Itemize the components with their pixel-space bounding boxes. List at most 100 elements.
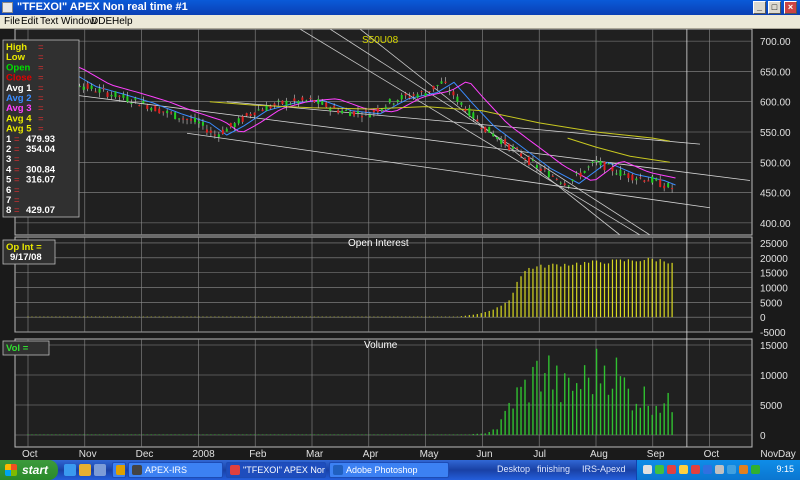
candle-body — [551, 175, 554, 177]
candle-body — [110, 94, 113, 97]
candle-body — [337, 110, 340, 113]
candle-body — [663, 185, 666, 189]
ie-icon[interactable] — [64, 464, 76, 476]
candle-body — [285, 100, 288, 106]
candle-body — [440, 81, 443, 84]
start-button[interactable]: start — [0, 460, 58, 480]
menu-text[interactable]: Text — [40, 16, 58, 27]
candle-body — [452, 91, 455, 96]
oi-tick-label: -5000 — [760, 328, 786, 339]
menu-edit[interactable]: Edit — [21, 16, 38, 27]
x-axis-label: Nov — [760, 449, 778, 460]
candle-body — [555, 178, 558, 180]
candle-body — [122, 94, 125, 98]
taskbar-item-apex-irs[interactable]: APEX-IRS — [128, 462, 223, 478]
tray-icon-6[interactable] — [703, 465, 712, 474]
tray-icon-7[interactable] — [715, 465, 724, 474]
tray-icon-9[interactable] — [739, 465, 748, 474]
candle-body — [547, 171, 550, 178]
candle-body — [90, 85, 93, 89]
menu-file[interactable]: File — [4, 16, 20, 27]
tray-icon-10[interactable] — [751, 465, 760, 474]
taskbar: start APEX-IRS "TFEXOI" APEX Non r... Ad… — [0, 460, 800, 480]
taskbar-item-explorer[interactable] — [112, 462, 126, 478]
candle-body — [229, 122, 232, 127]
candle-body — [404, 93, 407, 96]
candle-body — [524, 158, 526, 160]
candle-body — [297, 100, 300, 104]
candle-body — [106, 92, 109, 97]
candle-body — [217, 134, 220, 138]
close-button[interactable]: × — [784, 1, 797, 14]
candle-body — [619, 169, 622, 176]
volume-tick-label: 10000 — [760, 371, 788, 382]
candle-body — [611, 166, 614, 172]
candle-body — [102, 88, 105, 90]
tray-icon-5[interactable] — [691, 465, 700, 474]
candle-body — [249, 113, 252, 116]
candle-body — [615, 173, 618, 175]
minimize-button[interactable]: _ — [753, 1, 766, 14]
chart-canvas[interactable]: 700.00 650.00 600.00 550.00 500.00 450.00 400.… — [0, 29, 800, 460]
candle-body — [488, 126, 491, 133]
candle-body — [476, 119, 479, 122]
tray-icon-1[interactable] — [643, 465, 652, 474]
candle-body — [118, 95, 121, 97]
candle-body — [269, 106, 272, 109]
candle-body — [508, 144, 511, 150]
toolbar-irs-apexd[interactable]: IRS-Apexd — [582, 464, 626, 474]
candle-body — [607, 163, 610, 165]
menu-dde[interactable]: DDE — [91, 16, 112, 27]
candle-body — [205, 129, 208, 133]
symbol-label: S50U08 — [362, 35, 399, 46]
candle-body — [114, 91, 117, 98]
oi-tick-label: 5000 — [760, 298, 783, 309]
x-axis-label: Mar — [306, 449, 324, 460]
candle-body — [484, 126, 487, 133]
candle-body — [233, 123, 236, 128]
candle-body — [138, 105, 141, 107]
price-tick-label: 650.00 — [760, 67, 791, 78]
candle-body — [360, 115, 363, 118]
candle-body — [539, 168, 542, 171]
candle-body — [655, 178, 658, 181]
candle-body — [281, 100, 284, 104]
candle-body — [305, 100, 308, 102]
toolbar-desktop[interactable]: Desktop — [497, 464, 530, 474]
desktop-icon[interactable] — [94, 464, 106, 476]
taskbar-item-photoshop[interactable]: Adobe Photoshop — [329, 462, 449, 478]
panel-open-interest — [14, 236, 753, 333]
menu-help[interactable]: Help — [112, 16, 133, 27]
candle-body — [241, 116, 244, 122]
candle-body — [329, 108, 332, 111]
legend-equals: = — [14, 205, 20, 216]
candle-body — [436, 84, 439, 86]
candle-body — [353, 111, 356, 116]
candle-body — [639, 177, 642, 179]
candle-body — [468, 107, 471, 117]
candle-body — [345, 110, 348, 112]
price-tick-label: 500.00 — [760, 158, 791, 169]
taskbar-item-apex-chart[interactable]: "TFEXOI" APEX Non r... — [226, 462, 326, 478]
candle-body — [480, 127, 483, 129]
candle-body — [201, 121, 204, 126]
x-axis-label: Sep — [647, 449, 665, 460]
folder-icon[interactable] — [79, 464, 91, 476]
candle-body — [504, 139, 507, 145]
candle-body — [575, 172, 578, 174]
x-axis-label: Jul — [533, 449, 546, 460]
tray-icon-4[interactable] — [679, 465, 688, 474]
toolbar-finishing[interactable]: finishing — [537, 464, 570, 474]
tray-icon-3[interactable] — [667, 465, 676, 474]
maximize-button[interactable]: □ — [768, 1, 781, 14]
window-title: "TFEXOI" APEX Non real time #1 — [17, 1, 188, 13]
tray-icon-2[interactable] — [655, 465, 664, 474]
tray-icon-8[interactable] — [727, 465, 736, 474]
candle-body — [591, 161, 594, 164]
candle-body — [257, 109, 260, 111]
candle-body — [392, 103, 395, 105]
candle-body — [579, 172, 582, 177]
candle-body — [531, 159, 534, 161]
task-label: "TFEXOI" APEX Non r... — [243, 465, 326, 475]
candle-body — [325, 102, 328, 107]
